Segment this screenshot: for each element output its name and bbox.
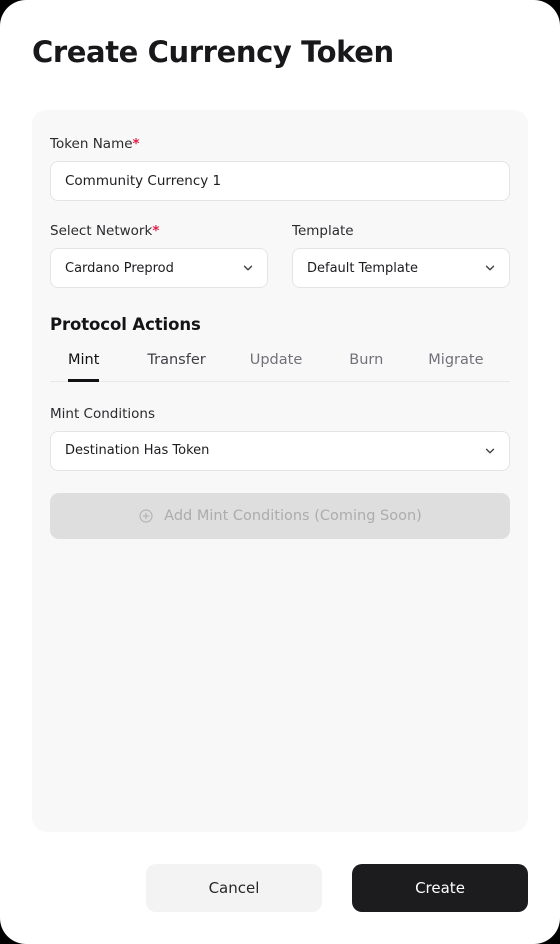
chevron-down-icon [241, 261, 255, 275]
chevron-down-icon [483, 444, 497, 458]
token-name-label: Token Name* [50, 136, 510, 152]
tab-burn[interactable]: Burn [349, 351, 383, 381]
select-network-value: Cardano Preprod [65, 260, 174, 276]
add-mint-conditions-button[interactable]: Add Mint Conditions (Coming Soon) [50, 492, 510, 539]
mint-conditions-dropdown[interactable]: Destination Has Token [50, 430, 510, 471]
tab-transfer[interactable]: Transfer [147, 351, 205, 381]
create-button[interactable]: Create [352, 864, 528, 912]
template-label: Template [292, 223, 354, 240]
form-footer: Cancel Create [0, 864, 560, 912]
tab-update[interactable]: Update [250, 351, 303, 381]
template-dropdown[interactable]: Default Template [292, 248, 510, 289]
select-network-dropdown[interactable]: Cardano Preprod [50, 248, 268, 289]
token-name-field-group: Token Name* Community Currency 1 [50, 136, 510, 202]
tab-migrate[interactable]: Migrate [428, 351, 483, 381]
template-value: Default Template [307, 260, 418, 276]
create-token-form-card: Token Name* Community Currency 1 Select … [32, 110, 528, 832]
cancel-button[interactable]: Cancel [146, 864, 322, 912]
required-asterisk: * [152, 223, 160, 240]
page-title: Create Currency Token [32, 35, 394, 69]
mint-conditions-label: Mint Conditions [50, 405, 155, 422]
select-network-label-text: Select Network [50, 223, 153, 240]
template-field-group: Template Default Template [292, 223, 510, 289]
app-window: Create Currency Token Token Name* Commun… [0, 0, 560, 944]
protocol-actions-tabs: Mint Transfer Update Burn Migrate [50, 351, 510, 382]
select-network-label: Select Network* [50, 223, 268, 239]
mint-conditions-value: Destination Has Token [65, 443, 210, 459]
plus-circle-icon [138, 508, 154, 524]
token-name-label-text: Token Name [50, 136, 133, 152]
mint-conditions-field-group: Mint Conditions Destination Has Token [50, 406, 510, 471]
protocol-actions-heading: Protocol Actions [50, 315, 201, 335]
network-template-row: Select Network* Cardano Preprod Template… [50, 223, 510, 289]
add-mint-conditions-label: Add Mint Conditions (Coming Soon) [164, 507, 422, 524]
tab-mint[interactable]: Mint [68, 351, 100, 382]
chevron-down-icon [483, 261, 497, 275]
token-name-input[interactable]: Community Currency 1 [50, 161, 510, 202]
required-asterisk: * [132, 136, 140, 152]
select-network-field-group: Select Network* Cardano Preprod [50, 223, 268, 289]
